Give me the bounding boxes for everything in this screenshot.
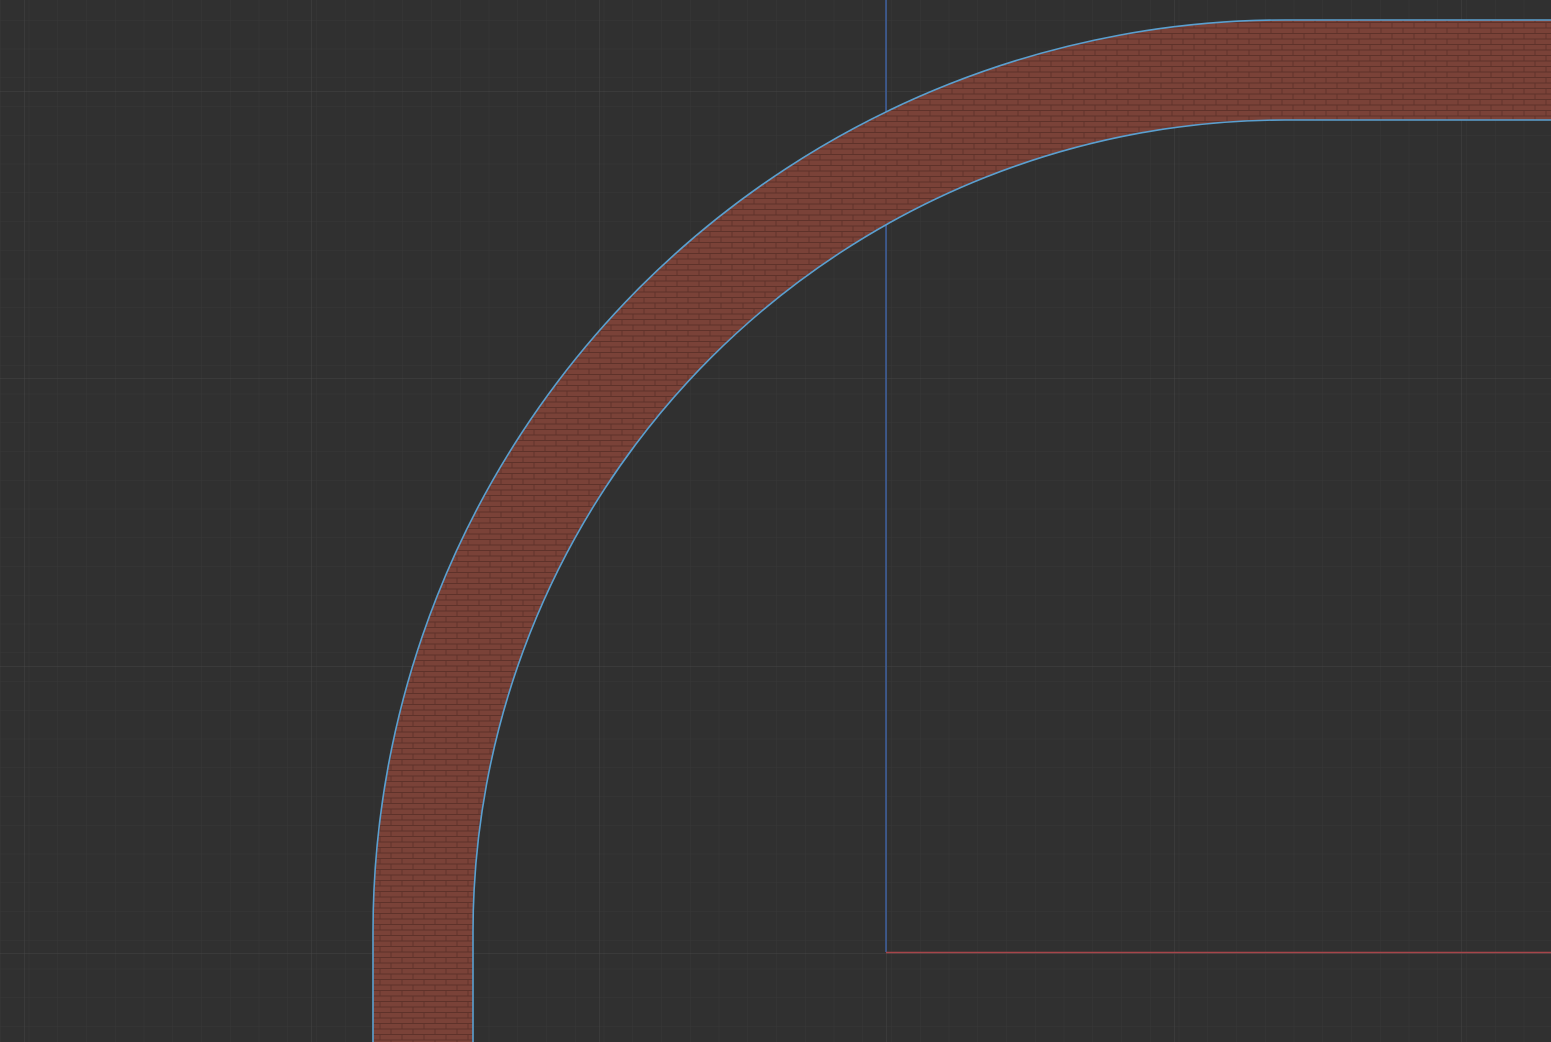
3d-viewport[interactable] [0,0,1551,1042]
major-grid [0,0,1551,1042]
viewport-canvas[interactable] [0,0,1551,1042]
